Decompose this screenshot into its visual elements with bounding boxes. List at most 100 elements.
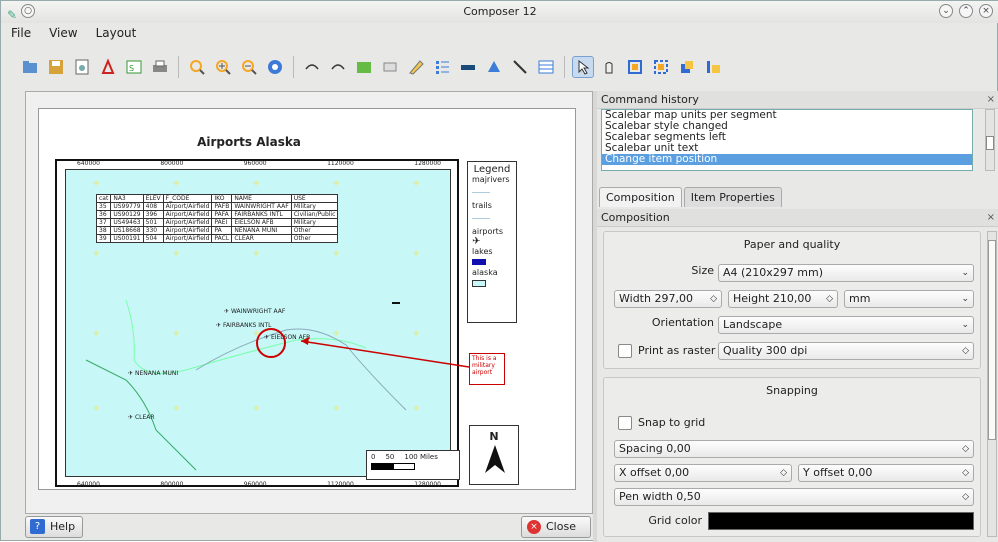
title-bar: ✎ ○ Composer 12 ⌄ ⌃ × (1, 1, 998, 23)
grid-color-button[interactable] (708, 512, 974, 530)
window-menu-button[interactable]: ○ (21, 4, 36, 18)
table-cell: 38 (95, 226, 112, 235)
table-cell: Other (290, 226, 339, 235)
grid-label: 1280000 (414, 481, 441, 488)
align-items-icon[interactable] (702, 56, 724, 78)
minimize-button[interactable]: ⌄ (939, 4, 953, 18)
toolbar-separator (178, 56, 179, 78)
close-dock-icon[interactable]: × (987, 209, 995, 227)
legend-item[interactable]: Legend majrivers trails airports ✈ lakes… (467, 161, 517, 323)
redo-icon[interactable] (327, 56, 349, 78)
quality-spinbox[interactable]: Quality 300 dpi ◇ (718, 342, 974, 360)
refresh-icon[interactable] (264, 56, 286, 78)
grid-label: 1120000 (327, 160, 354, 167)
menu-file[interactable]: File (11, 23, 31, 43)
table-cell: EIELSON AFB (231, 218, 292, 227)
close-window-button[interactable]: × (979, 4, 993, 18)
height-spinbox[interactable]: Height 210,00 ◇ (728, 290, 838, 308)
undo-icon[interactable] (301, 56, 323, 78)
scalebar-item[interactable]: 0 50 100 Miles (366, 450, 460, 480)
composition-scrollbar[interactable] (987, 231, 997, 537)
ungroup-items-icon[interactable] (650, 56, 672, 78)
airport-marker: ✈ FAIRBANKS INTL (216, 322, 272, 329)
zoom-in-icon[interactable] (212, 56, 234, 78)
orientation-label: Orientation (651, 316, 714, 329)
add-table-icon[interactable] (535, 56, 557, 78)
scalebar-label: 0 (371, 453, 376, 461)
add-legend-icon[interactable] (431, 56, 453, 78)
group-items-icon[interactable] (624, 56, 646, 78)
zoom-full-icon[interactable] (186, 56, 208, 78)
legend-symbol (472, 218, 490, 219)
airplane-icon: ✈ (128, 414, 134, 421)
menu-view[interactable]: View (49, 23, 77, 43)
pen-width-spinbox[interactable]: Pen width 0,50 ◇ (614, 488, 974, 506)
table-cell: NENANA MUNI (231, 226, 292, 235)
airplane-icon: ✈ (128, 370, 134, 377)
command-history-list[interactable]: Scalebar map units per segment Scalebar … (601, 109, 973, 171)
table-cell: WAINWRIGHT AAF (231, 202, 292, 211)
grid-label: 1280000 (414, 160, 441, 167)
move-content-icon[interactable] (598, 56, 620, 78)
unit-select[interactable]: mm ⌄ (844, 290, 974, 308)
print-button[interactable] (149, 56, 171, 78)
top-grid-labels: 640000 800000 960000 1120000 1280000 (67, 160, 451, 167)
add-scalebar-icon[interactable] (457, 56, 479, 78)
width-value: Width 297,00 (619, 292, 693, 305)
select-move-item-icon[interactable] (572, 56, 594, 78)
grid-label: 800000 (160, 481, 184, 488)
maximize-button[interactable]: ⌃ (959, 4, 973, 18)
grid-color-label: Grid color (648, 514, 702, 527)
add-label-icon[interactable] (405, 56, 427, 78)
x-offset-value: X offset 0,00 (619, 466, 690, 479)
grid-label: 960000 (243, 481, 267, 488)
width-spinbox[interactable]: Width 297,00 ◇ (614, 290, 722, 308)
zoom-out-icon[interactable] (238, 56, 260, 78)
spin-icon: ◇ (780, 468, 787, 478)
add-map-icon[interactable] (353, 56, 375, 78)
save-template-button[interactable] (45, 56, 67, 78)
help-button[interactable]: ? Help (25, 516, 83, 538)
tab-composition[interactable]: Composition (599, 187, 682, 207)
raise-items-icon[interactable] (676, 56, 698, 78)
quality-value: Quality 300 dpi (723, 344, 808, 357)
add-shape-icon[interactable] (483, 56, 505, 78)
airport-label: CLEAR (134, 414, 155, 421)
spin-icon: ◇ (962, 444, 969, 454)
group-title: Snapping (766, 384, 818, 397)
grid-label: 640000 (77, 481, 100, 488)
history-scrollbar[interactable] (985, 109, 995, 171)
menu-layout[interactable]: Layout (96, 23, 137, 43)
export-svg-button[interactable]: S (123, 56, 145, 78)
map-item[interactable]: 640000 800000 960000 1120000 1280000 cat… (55, 159, 460, 488)
add-arrow-icon[interactable] (509, 56, 531, 78)
y-offset-spinbox[interactable]: Y offset 0,00 ◇ (798, 464, 974, 482)
orientation-select[interactable]: Landscape ⌄ (718, 316, 974, 334)
snap-grid-checkbox[interactable] (618, 416, 632, 430)
north-arrow-item[interactable]: N (469, 425, 519, 485)
map-title[interactable]: Airports Alaska (39, 135, 459, 149)
spin-icon: ◇ (710, 294, 717, 304)
size-select[interactable]: A4 (210x297 mm) ⌄ (718, 264, 974, 282)
size-label: Size (691, 264, 714, 277)
callout-label[interactable]: This is a military airport (469, 353, 505, 385)
menu-bar: File View Layout (1, 23, 998, 43)
table-cell: US99779 (110, 202, 144, 211)
add-image-icon[interactable] (379, 56, 401, 78)
close-dock-icon[interactable]: × (987, 91, 995, 109)
legend-entry-label: trails (472, 201, 492, 210)
spacing-spinbox[interactable]: Spacing 0,00 ◇ (614, 440, 974, 458)
table-cell: 36 (95, 210, 112, 219)
print-raster-checkbox[interactable] (618, 344, 632, 358)
x-offset-spinbox[interactable]: X offset 0,00 ◇ (614, 464, 792, 482)
table-cell: 39 (95, 234, 112, 243)
open-template-button[interactable] (19, 56, 41, 78)
attribute-table[interactable]: cat NA3 ELEV F_CODE IKO NAME USE 35 US997… (95, 194, 339, 243)
tab-item-properties[interactable]: Item Properties (683, 187, 782, 207)
history-item-selected[interactable]: Change item position (602, 154, 972, 165)
export-image-button[interactable] (71, 56, 93, 78)
export-pdf-button[interactable] (97, 56, 119, 78)
composer-canvas[interactable]: Airports Alaska 640000 800000 960000 112… (25, 91, 593, 514)
table-cell: US90129 (110, 210, 144, 219)
close-button[interactable]: × Close (521, 516, 591, 538)
